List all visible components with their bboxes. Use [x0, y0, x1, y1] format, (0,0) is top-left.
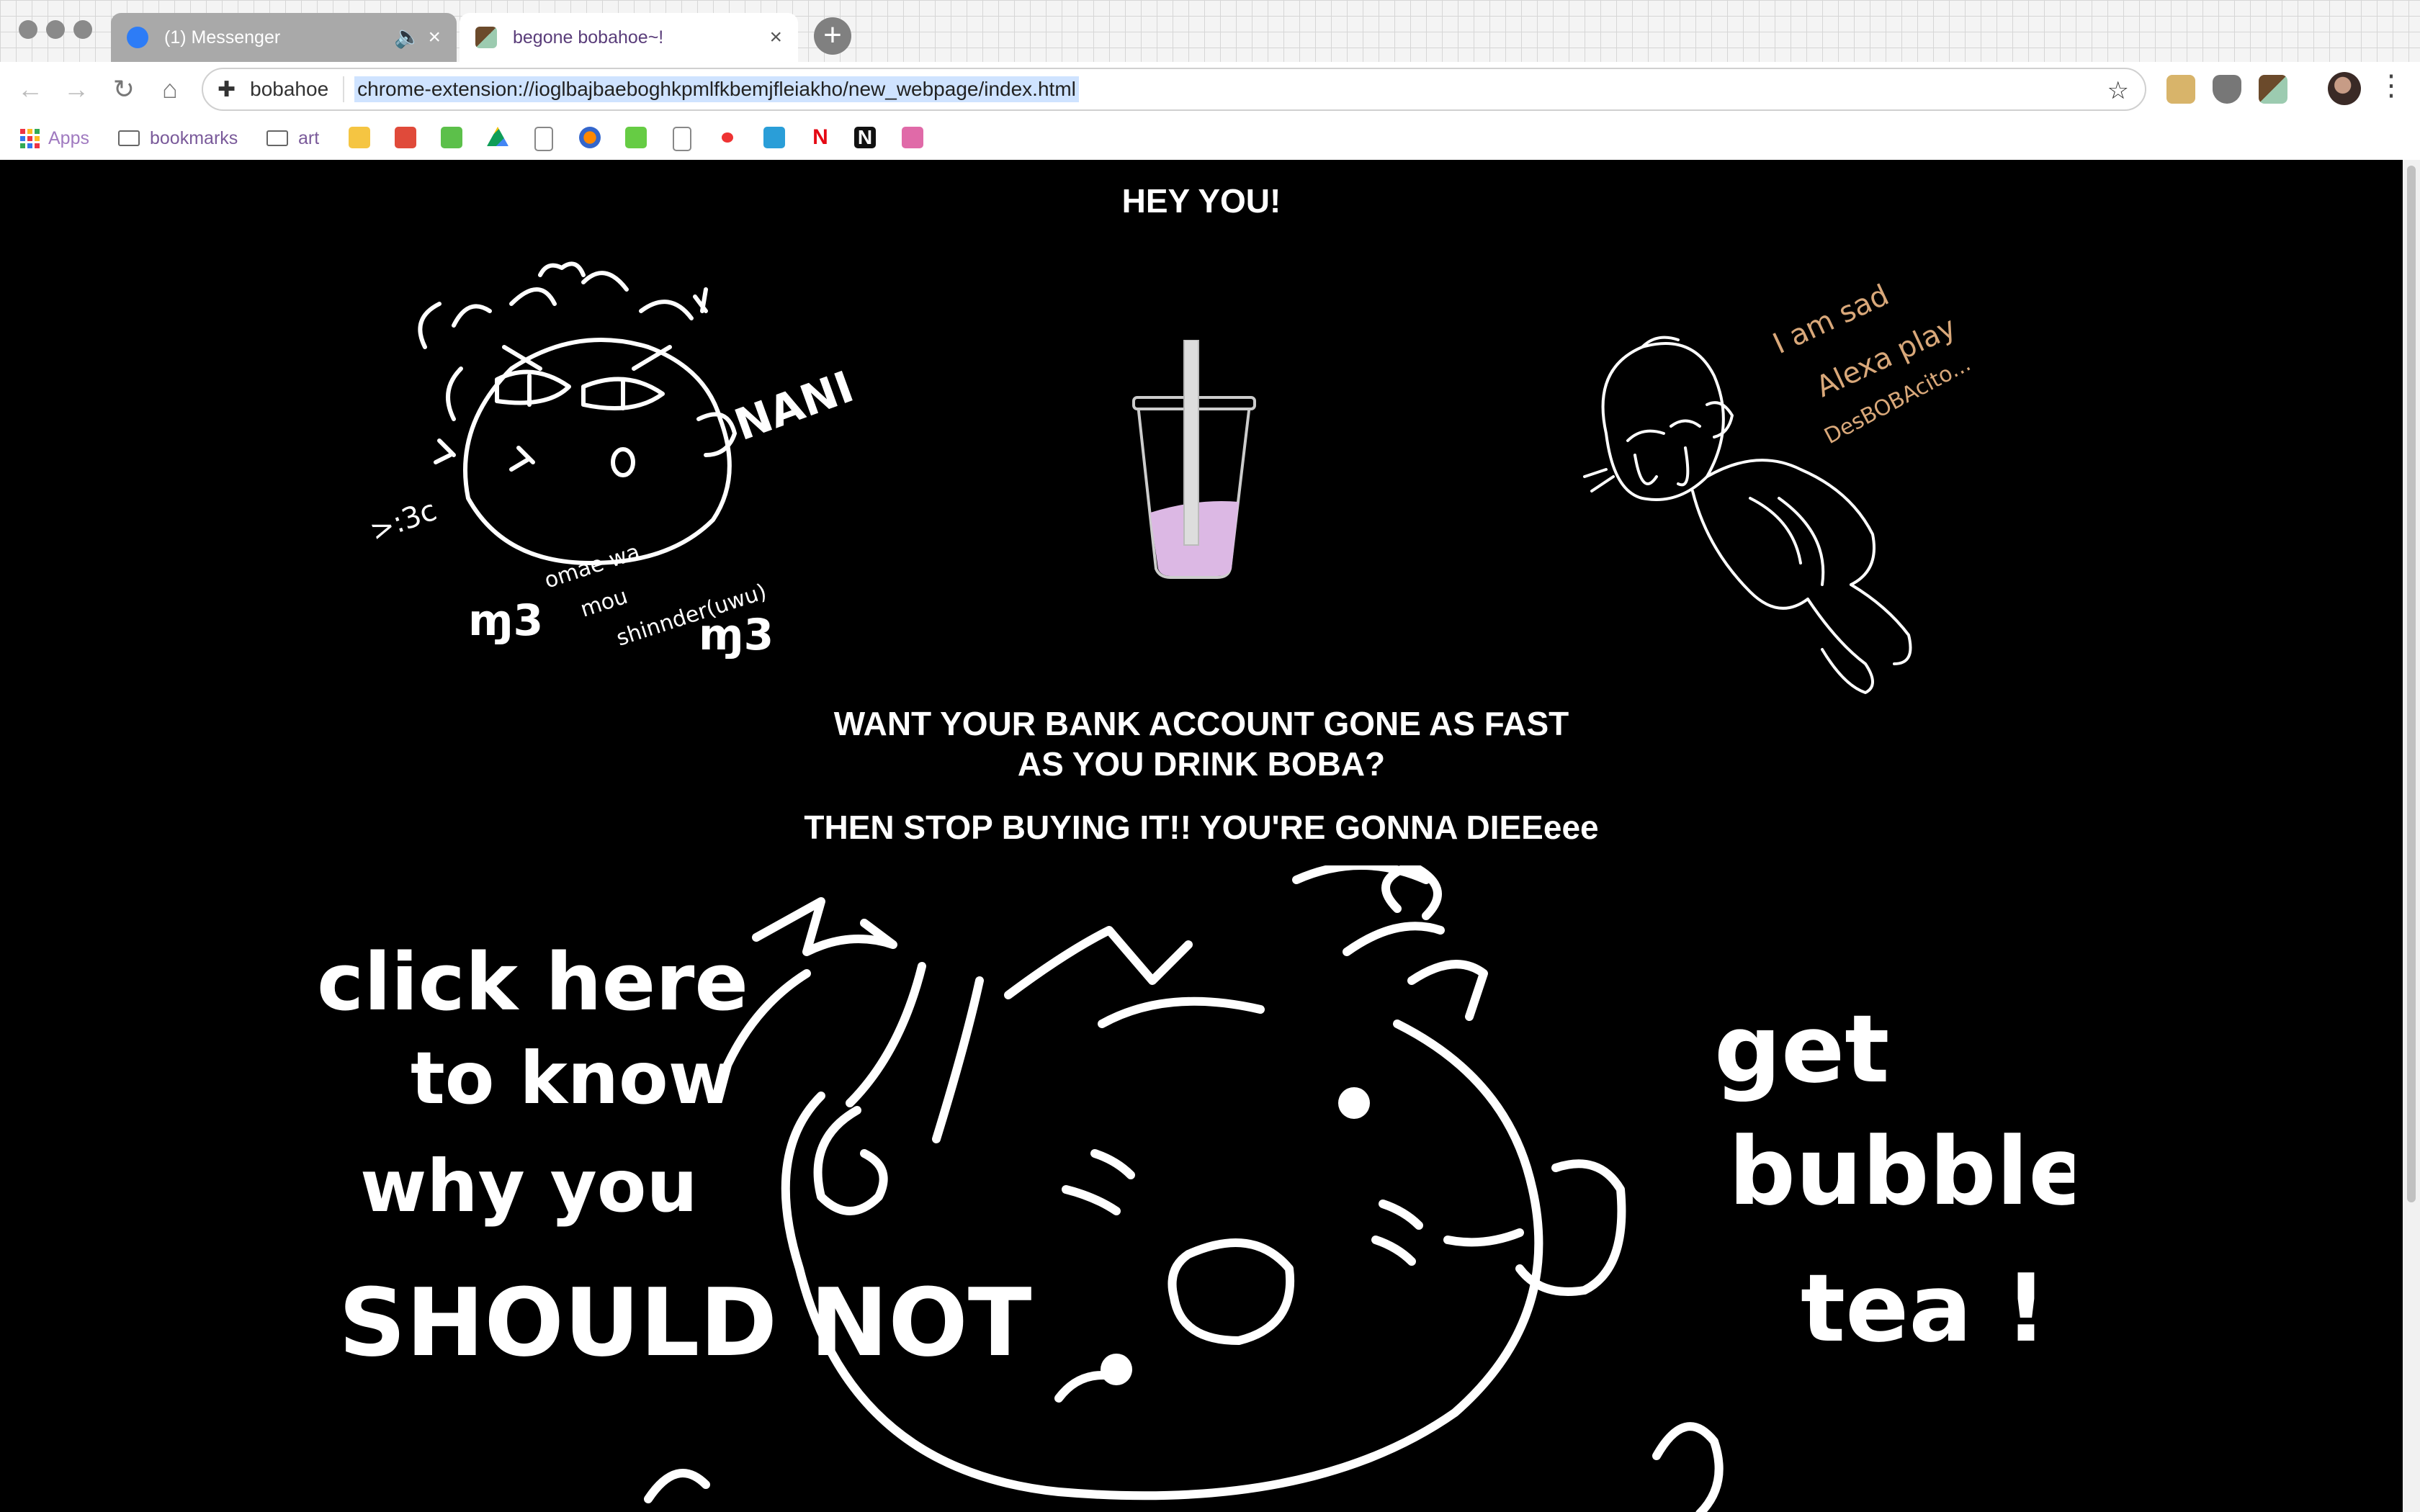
messenger-icon — [127, 27, 148, 48]
green-bookmark-icon[interactable] — [441, 127, 462, 148]
tab-title: begone bobahoe~! — [513, 27, 664, 48]
close-tab-button[interactable]: × — [428, 27, 441, 48]
notion-bookmark-icon[interactable]: N — [854, 127, 876, 148]
page-content: HEY YOU! NANI >:3c omae wa mou shinnder(… — [0, 160, 2403, 1512]
new-tab-button[interactable]: + — [814, 17, 851, 55]
bookmark-folder-bookmarks[interactable]: bookmarks — [118, 124, 238, 153]
mouth — [1196, 1276, 1268, 1319]
bubble-text: bubble — [1729, 1117, 2074, 1226]
profile-avatar[interactable] — [2328, 72, 2361, 105]
should-not-text: SHOULD NOT — [339, 1268, 1032, 1377]
to-know-text: to know — [411, 1036, 735, 1120]
close-window-button[interactable] — [19, 20, 37, 39]
question-text: WANT YOUR BANK ACCOUNT GONE AS FAST AS Y… — [0, 703, 2403, 784]
shield-extension-icon[interactable] — [2213, 75, 2241, 104]
zoom-window-button[interactable] — [73, 20, 92, 39]
address-bar[interactable]: ✚ bobahoe chrome-extension://ioglbajbaeb… — [202, 68, 2146, 111]
drive-bookmark-icon[interactable] — [487, 127, 508, 146]
click-here-doodle-link[interactable]: click here to know why you SHOULD NOT ge… — [302, 865, 2074, 1512]
boba-icon — [475, 27, 497, 48]
folder-label: bookmarks — [150, 127, 238, 148]
question-line-2: AS YOU DRINK BOBA? — [1017, 745, 1386, 783]
m3-right-text: ɱ3 — [699, 610, 774, 660]
eye-left — [1101, 1354, 1132, 1385]
minimize-window-button[interactable] — [46, 20, 65, 39]
page-title: HEY YOU! — [1121, 182, 1281, 220]
face-text: >:3c — [367, 494, 441, 549]
vertical-scrollbar[interactable] — [2403, 160, 2420, 1512]
doge-extension-icon[interactable] — [2166, 75, 2195, 104]
folder-icon — [118, 130, 140, 146]
nani-text: NANI — [728, 361, 860, 451]
netflix-bookmark-icon[interactable]: N — [810, 127, 831, 148]
boba-cup-icon — [1132, 340, 1256, 579]
tab-strip: (1) Messenger 🔈 × begone bobahoe~! × + — [0, 0, 2420, 62]
tab-title: (1) Messenger — [164, 27, 281, 48]
tab-bobahoe[interactable]: begone bobahoe~! × — [460, 13, 798, 62]
question-line-1: WANT YOUR BANK ACCOUNT GONE AS FAST — [833, 705, 1569, 742]
caption-line-1: omae wa — [542, 539, 643, 594]
back-button[interactable]: ← — [14, 73, 46, 105]
lightbulb-bookmark-icon[interactable] — [349, 127, 370, 148]
site-name: bobahoe — [250, 78, 329, 100]
bookmark-apps[interactable]: Apps — [20, 124, 89, 153]
toolbar: ← → ↻ ⌂ ✚ bobahoe chrome-extension://iog… — [0, 62, 2420, 117]
folder-icon — [266, 130, 288, 146]
get-text: get — [1714, 994, 1889, 1104]
page-bookmark-icon[interactable] — [673, 127, 691, 151]
pink-bookmark-icon[interactable] — [902, 127, 923, 148]
why-you-text: why you — [360, 1144, 698, 1228]
caption-line-2: mou — [578, 584, 631, 623]
apps-grid-icon — [20, 128, 40, 148]
browser-window: (1) Messenger 🔈 × begone bobahoe~! × + ←… — [0, 0, 2420, 1512]
red-dot-bookmark-icon[interactable] — [722, 132, 733, 143]
red-bookmark-icon[interactable] — [395, 127, 416, 148]
bookmark-folder-art[interactable]: art — [266, 124, 319, 153]
folder-label: art — [298, 127, 320, 148]
page-bookmark-icon[interactable] — [534, 127, 553, 151]
url-text[interactable]: chrome-extension://ioglbajbaeboghkpmlfkb… — [354, 76, 1079, 102]
boba-extension-icon[interactable] — [2259, 75, 2287, 104]
warning-text: THEN STOP BUYING IT!! YOU'RE GONNA DIEEe… — [804, 809, 1599, 846]
frog-bookmark-icon[interactable] — [625, 127, 647, 148]
m3-left-text: ɱ3 — [468, 595, 543, 646]
forward-button[interactable]: → — [60, 73, 92, 105]
speaker-icon[interactable]: 🔈 — [394, 27, 421, 48]
reload-button[interactable]: ↻ — [108, 73, 140, 105]
puzzle-icon: ✚ — [218, 77, 236, 102]
circle-bookmark-icon[interactable] — [579, 127, 601, 148]
bookmarks-bar: Apps bookmarks art N N — [0, 117, 2420, 161]
bookmark-star-icon[interactable]: ☆ — [2107, 76, 2129, 105]
tab-messenger[interactable]: (1) Messenger 🔈 × — [111, 13, 457, 62]
apps-label: Apps — [48, 127, 89, 148]
site-info-chip[interactable]: ✚ bobahoe — [203, 76, 345, 102]
close-tab-button[interactable]: × — [769, 27, 782, 48]
click-here-text[interactable]: click here — [317, 936, 748, 1028]
bird-bookmark-icon[interactable] — [763, 127, 785, 148]
menu-icon[interactable]: ⋮ — [2377, 69, 2406, 102]
tea-text: tea ! — [1801, 1254, 2048, 1363]
eye-right — [1338, 1087, 1370, 1119]
scrollbar-thumb[interactable] — [2407, 166, 2416, 1202]
home-button[interactable]: ⌂ — [154, 73, 186, 105]
